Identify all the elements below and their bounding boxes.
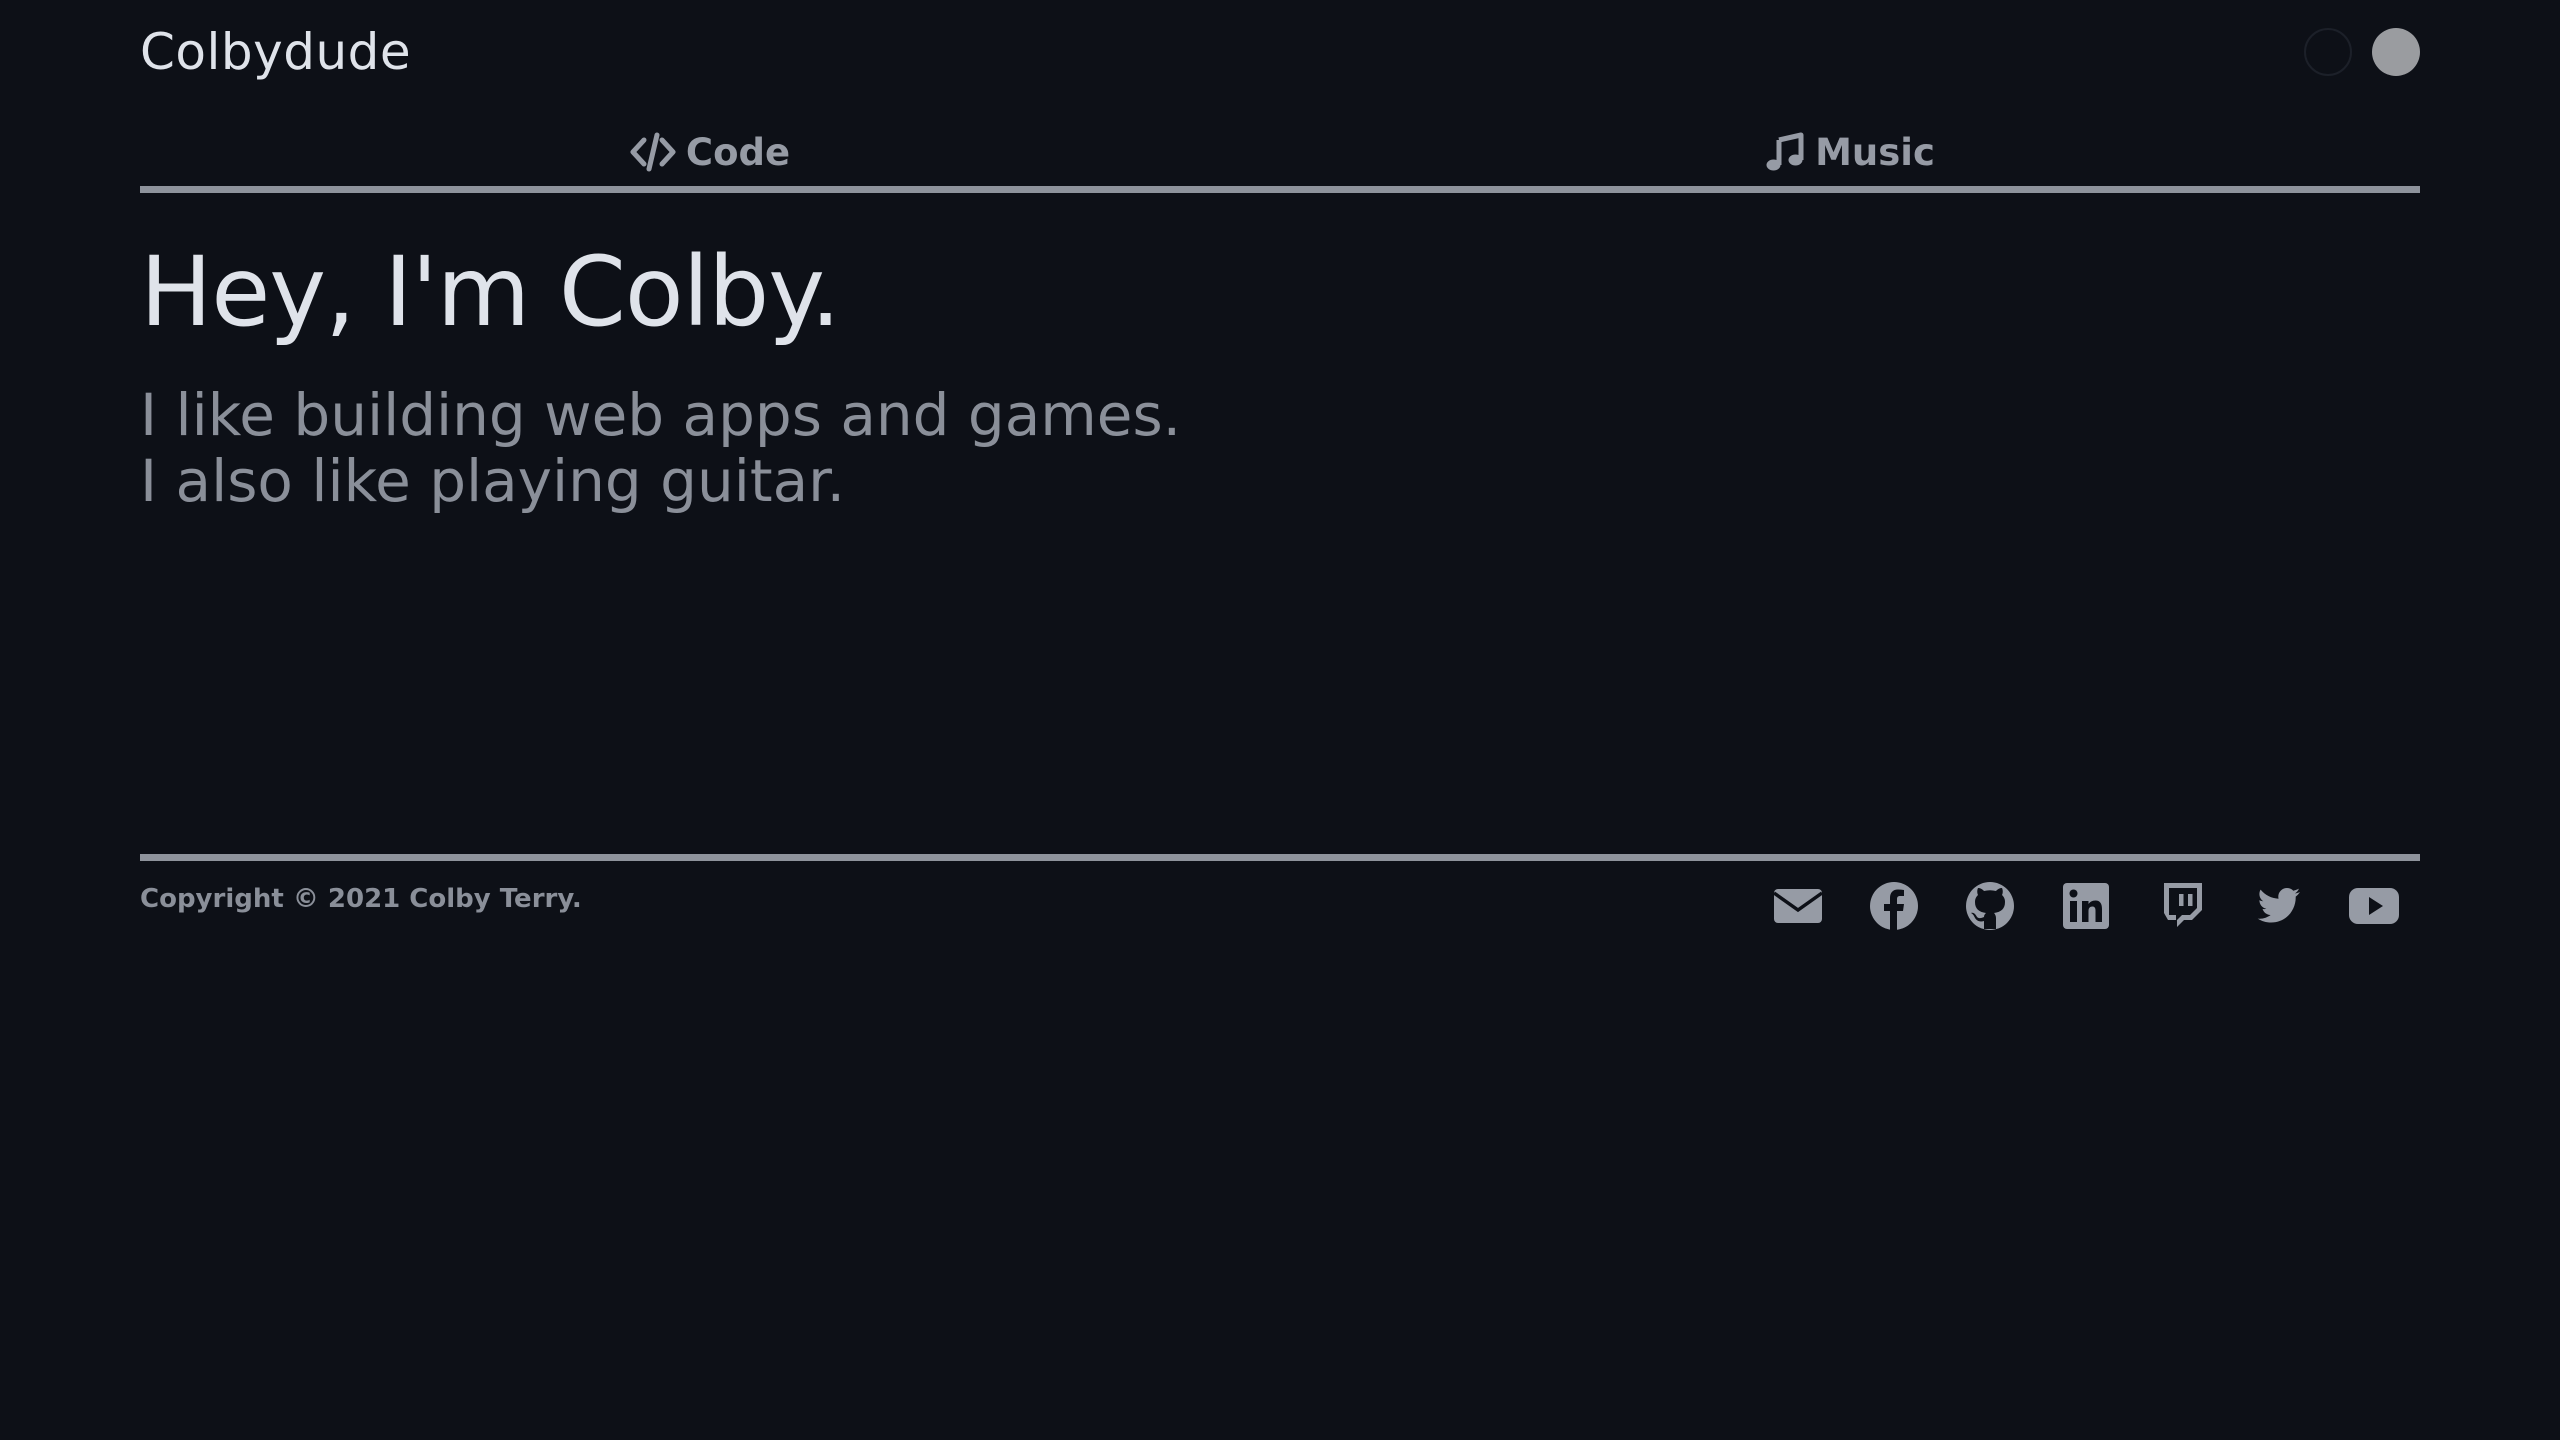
facebook-link[interactable] bbox=[1868, 880, 1920, 932]
twitch-link[interactable] bbox=[2156, 880, 2208, 932]
hero-section: Hey, I'm Colby. I like building web apps… bbox=[140, 234, 1181, 514]
twitch-icon bbox=[2164, 883, 2202, 927]
main-nav: Code Music bbox=[140, 110, 2420, 194]
envelope-icon bbox=[1772, 889, 1824, 923]
nav-item-music[interactable]: Music bbox=[1280, 110, 2420, 194]
nav-item-label: Music bbox=[1815, 130, 1935, 174]
dark-theme-button[interactable] bbox=[2304, 28, 2352, 76]
nav-divider bbox=[140, 186, 2420, 193]
hero-line-1: I like building web apps and games. bbox=[140, 381, 1182, 449]
hero-description: I like building web apps and games. I al… bbox=[140, 382, 1181, 514]
hero-title: Hey, I'm Colby. bbox=[140, 236, 841, 348]
hero-line-2: I also like playing guitar. bbox=[140, 447, 846, 515]
site-brand[interactable]: Colbydude bbox=[140, 20, 411, 84]
nav-item-code[interactable]: Code bbox=[140, 110, 1280, 194]
github-icon bbox=[1966, 882, 2014, 930]
copyright-text: Copyright © 2021 Colby Terry. bbox=[140, 884, 582, 914]
youtube-link[interactable] bbox=[2348, 880, 2400, 932]
page-container: Colbydude Code Music Hey, I'm Colby. I l… bbox=[140, 0, 2420, 930]
linkedin-link[interactable] bbox=[2060, 880, 2112, 932]
linkedin-icon bbox=[2063, 883, 2109, 929]
footer-divider bbox=[140, 854, 2420, 861]
site-header: Colbydude bbox=[140, 0, 2420, 100]
theme-toggle bbox=[2304, 28, 2420, 76]
music-note-icon bbox=[1765, 132, 1805, 172]
youtube-icon bbox=[2349, 888, 2399, 924]
twitter-icon bbox=[2257, 888, 2300, 923]
email-link[interactable] bbox=[1772, 880, 1824, 932]
code-icon bbox=[630, 132, 676, 172]
facebook-icon bbox=[1870, 882, 1918, 930]
twitter-link[interactable] bbox=[2252, 880, 2304, 932]
light-theme-button[interactable] bbox=[2372, 28, 2420, 76]
social-links bbox=[1772, 880, 2400, 932]
github-link[interactable] bbox=[1964, 880, 2016, 932]
nav-item-label: Code bbox=[685, 130, 791, 174]
